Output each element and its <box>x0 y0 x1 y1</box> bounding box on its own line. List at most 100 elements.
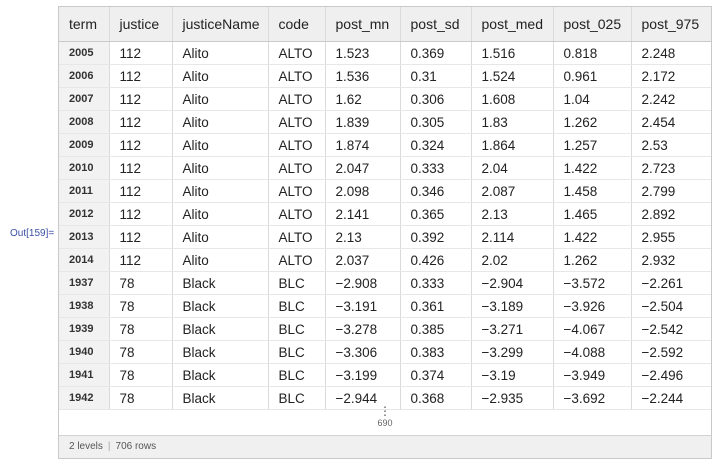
row-key-cell: 1939 <box>59 317 110 341</box>
table-cell: 2.242 <box>631 87 711 111</box>
column-header-justice[interactable]: justice <box>109 7 173 42</box>
table-cell: 1.422 <box>553 156 632 180</box>
table-cell: −2.496 <box>631 363 711 387</box>
table-cell: 112 <box>109 202 173 226</box>
table-cell: −2.908 <box>325 271 401 295</box>
table-cell: Alito <box>172 64 269 88</box>
table-cell: 1.262 <box>553 248 632 272</box>
row-key-cell: 2014 <box>59 248 110 272</box>
table-cell: ALTO <box>268 110 326 134</box>
table-row: 2011 112 Alito ALTO 2.098 0.346 2.087 1.458 2.79… <box>59 179 711 203</box>
table-cell: 2.047 <box>325 156 401 180</box>
table-row: 2012 112 Alito ALTO 2.141 0.365 2.13 1.465 2.892 <box>59 202 711 226</box>
table-cell: 2.932 <box>631 248 711 272</box>
table-cell: 112 <box>109 156 173 180</box>
table-cell: ALTO <box>268 64 326 88</box>
table-cell: 1.864 <box>471 133 554 157</box>
more-rows-indicator[interactable]: ⋮ 690 <box>59 405 711 428</box>
table-cell: −3.191 <box>325 294 401 318</box>
table-cell: 78 <box>109 317 173 341</box>
table-cell: 112 <box>109 41 173 65</box>
column-header-code[interactable]: code <box>268 7 326 42</box>
table-cell: 1.262 <box>553 110 632 134</box>
table-cell: 112 <box>109 179 173 203</box>
table-row: 1939 78 Black BLC −3.278 0.385 −3.271 −4.067 −2.… <box>59 317 711 341</box>
table-cell: 0.961 <box>553 64 632 88</box>
dataset-table: term justice justiceName code post_mn post_sd… <box>59 7 711 410</box>
column-header-post-sd[interactable]: post_sd <box>400 7 472 42</box>
table-cell: −2.261 <box>631 271 711 295</box>
table-cell: 1.608 <box>471 87 554 111</box>
table-cell: 2.454 <box>631 110 711 134</box>
table-cell: 2.892 <box>631 202 711 226</box>
table-cell: 0.818 <box>553 41 632 65</box>
table-cell: ALTO <box>268 248 326 272</box>
table-cell: ALTO <box>268 133 326 157</box>
table-row: 2006 112 Alito ALTO 1.536 0.31 1.524 0.961 2.172 <box>59 64 711 88</box>
row-key-cell: 2013 <box>59 225 110 249</box>
row-key-cell: 1941 <box>59 363 110 387</box>
status-footer: 2 levels | 706 rows <box>59 435 711 458</box>
table-cell: Alito <box>172 156 269 180</box>
table-cell: 2.723 <box>631 156 711 180</box>
table-cell: 1.422 <box>553 225 632 249</box>
column-header-justicename[interactable]: justiceName <box>172 7 269 42</box>
table-cell: −3.306 <box>325 340 401 364</box>
table-cell: 0.369 <box>400 41 472 65</box>
table-cell: 112 <box>109 64 173 88</box>
table-cell: −3.926 <box>553 294 632 318</box>
table-cell: Black <box>172 317 269 341</box>
column-header-term[interactable]: term <box>59 7 110 42</box>
table-cell: 1.458 <box>553 179 632 203</box>
table-cell: 1.516 <box>471 41 554 65</box>
table-cell: Black <box>172 271 269 295</box>
table-row: 2007 112 Alito ALTO 1.62 0.306 1.608 1.04 2.242 <box>59 87 711 111</box>
table-cell: 1.62 <box>325 87 401 111</box>
output-cell-label: Out[159]= <box>10 228 55 239</box>
table-cell: 112 <box>109 87 173 111</box>
table-cell: BLC <box>268 317 326 341</box>
column-header-post-mn[interactable]: post_mn <box>325 7 401 42</box>
table-cell: 2.114 <box>471 225 554 249</box>
table-cell: Alito <box>172 248 269 272</box>
table-cell: 0.374 <box>400 363 472 387</box>
table-cell: 1.524 <box>471 64 554 88</box>
footer-separator: | <box>107 441 111 452</box>
table-cell: 1.874 <box>325 133 401 157</box>
table-cell: Alito <box>172 87 269 111</box>
table-cell: 0.361 <box>400 294 472 318</box>
table-cell: 2.02 <box>471 248 554 272</box>
table-cell: 1.83 <box>471 110 554 134</box>
table-cell: 0.385 <box>400 317 472 341</box>
table-cell: −3.949 <box>553 363 632 387</box>
column-header-post-975[interactable]: post_975 <box>631 7 711 42</box>
table-cell: 0.306 <box>400 87 472 111</box>
row-key-cell: 2006 <box>59 64 110 88</box>
table-row: 2010 112 Alito ALTO 2.047 0.333 2.04 1.422 2.723 <box>59 156 711 180</box>
table-cell: ALTO <box>268 202 326 226</box>
column-header-post-025[interactable]: post_025 <box>553 7 632 42</box>
table-cell: 0.333 <box>400 156 472 180</box>
table-cell: ALTO <box>268 41 326 65</box>
table-cell: −2.904 <box>471 271 554 295</box>
table-cell: Alito <box>172 110 269 134</box>
table-cell: 78 <box>109 363 173 387</box>
column-header-post-med[interactable]: post_med <box>471 7 554 42</box>
table-cell: 78 <box>109 340 173 364</box>
header-row: term justice justiceName code post_mn post_sd… <box>59 7 711 42</box>
table-cell: BLC <box>268 340 326 364</box>
table-cell: −3.199 <box>325 363 401 387</box>
table-cell: 2.141 <box>325 202 401 226</box>
table-cell: 0.392 <box>400 225 472 249</box>
table-row: 1940 78 Black BLC −3.306 0.383 −3.299 −4.088 −2.… <box>59 340 711 364</box>
table-cell: 112 <box>109 133 173 157</box>
table-cell: −3.572 <box>553 271 632 295</box>
table-cell: −3.271 <box>471 317 554 341</box>
table-cell: BLC <box>268 363 326 387</box>
table-cell: −4.088 <box>553 340 632 364</box>
table-body: 2005 112 Alito ALTO 1.523 0.369 1.516 0.818 2.24… <box>59 41 711 410</box>
table-row: 2013 112 Alito ALTO 2.13 0.392 2.114 1.422 2.955 <box>59 225 711 249</box>
table-cell: 2.087 <box>471 179 554 203</box>
table-cell: 2.248 <box>631 41 711 65</box>
table-cell: 112 <box>109 248 173 272</box>
